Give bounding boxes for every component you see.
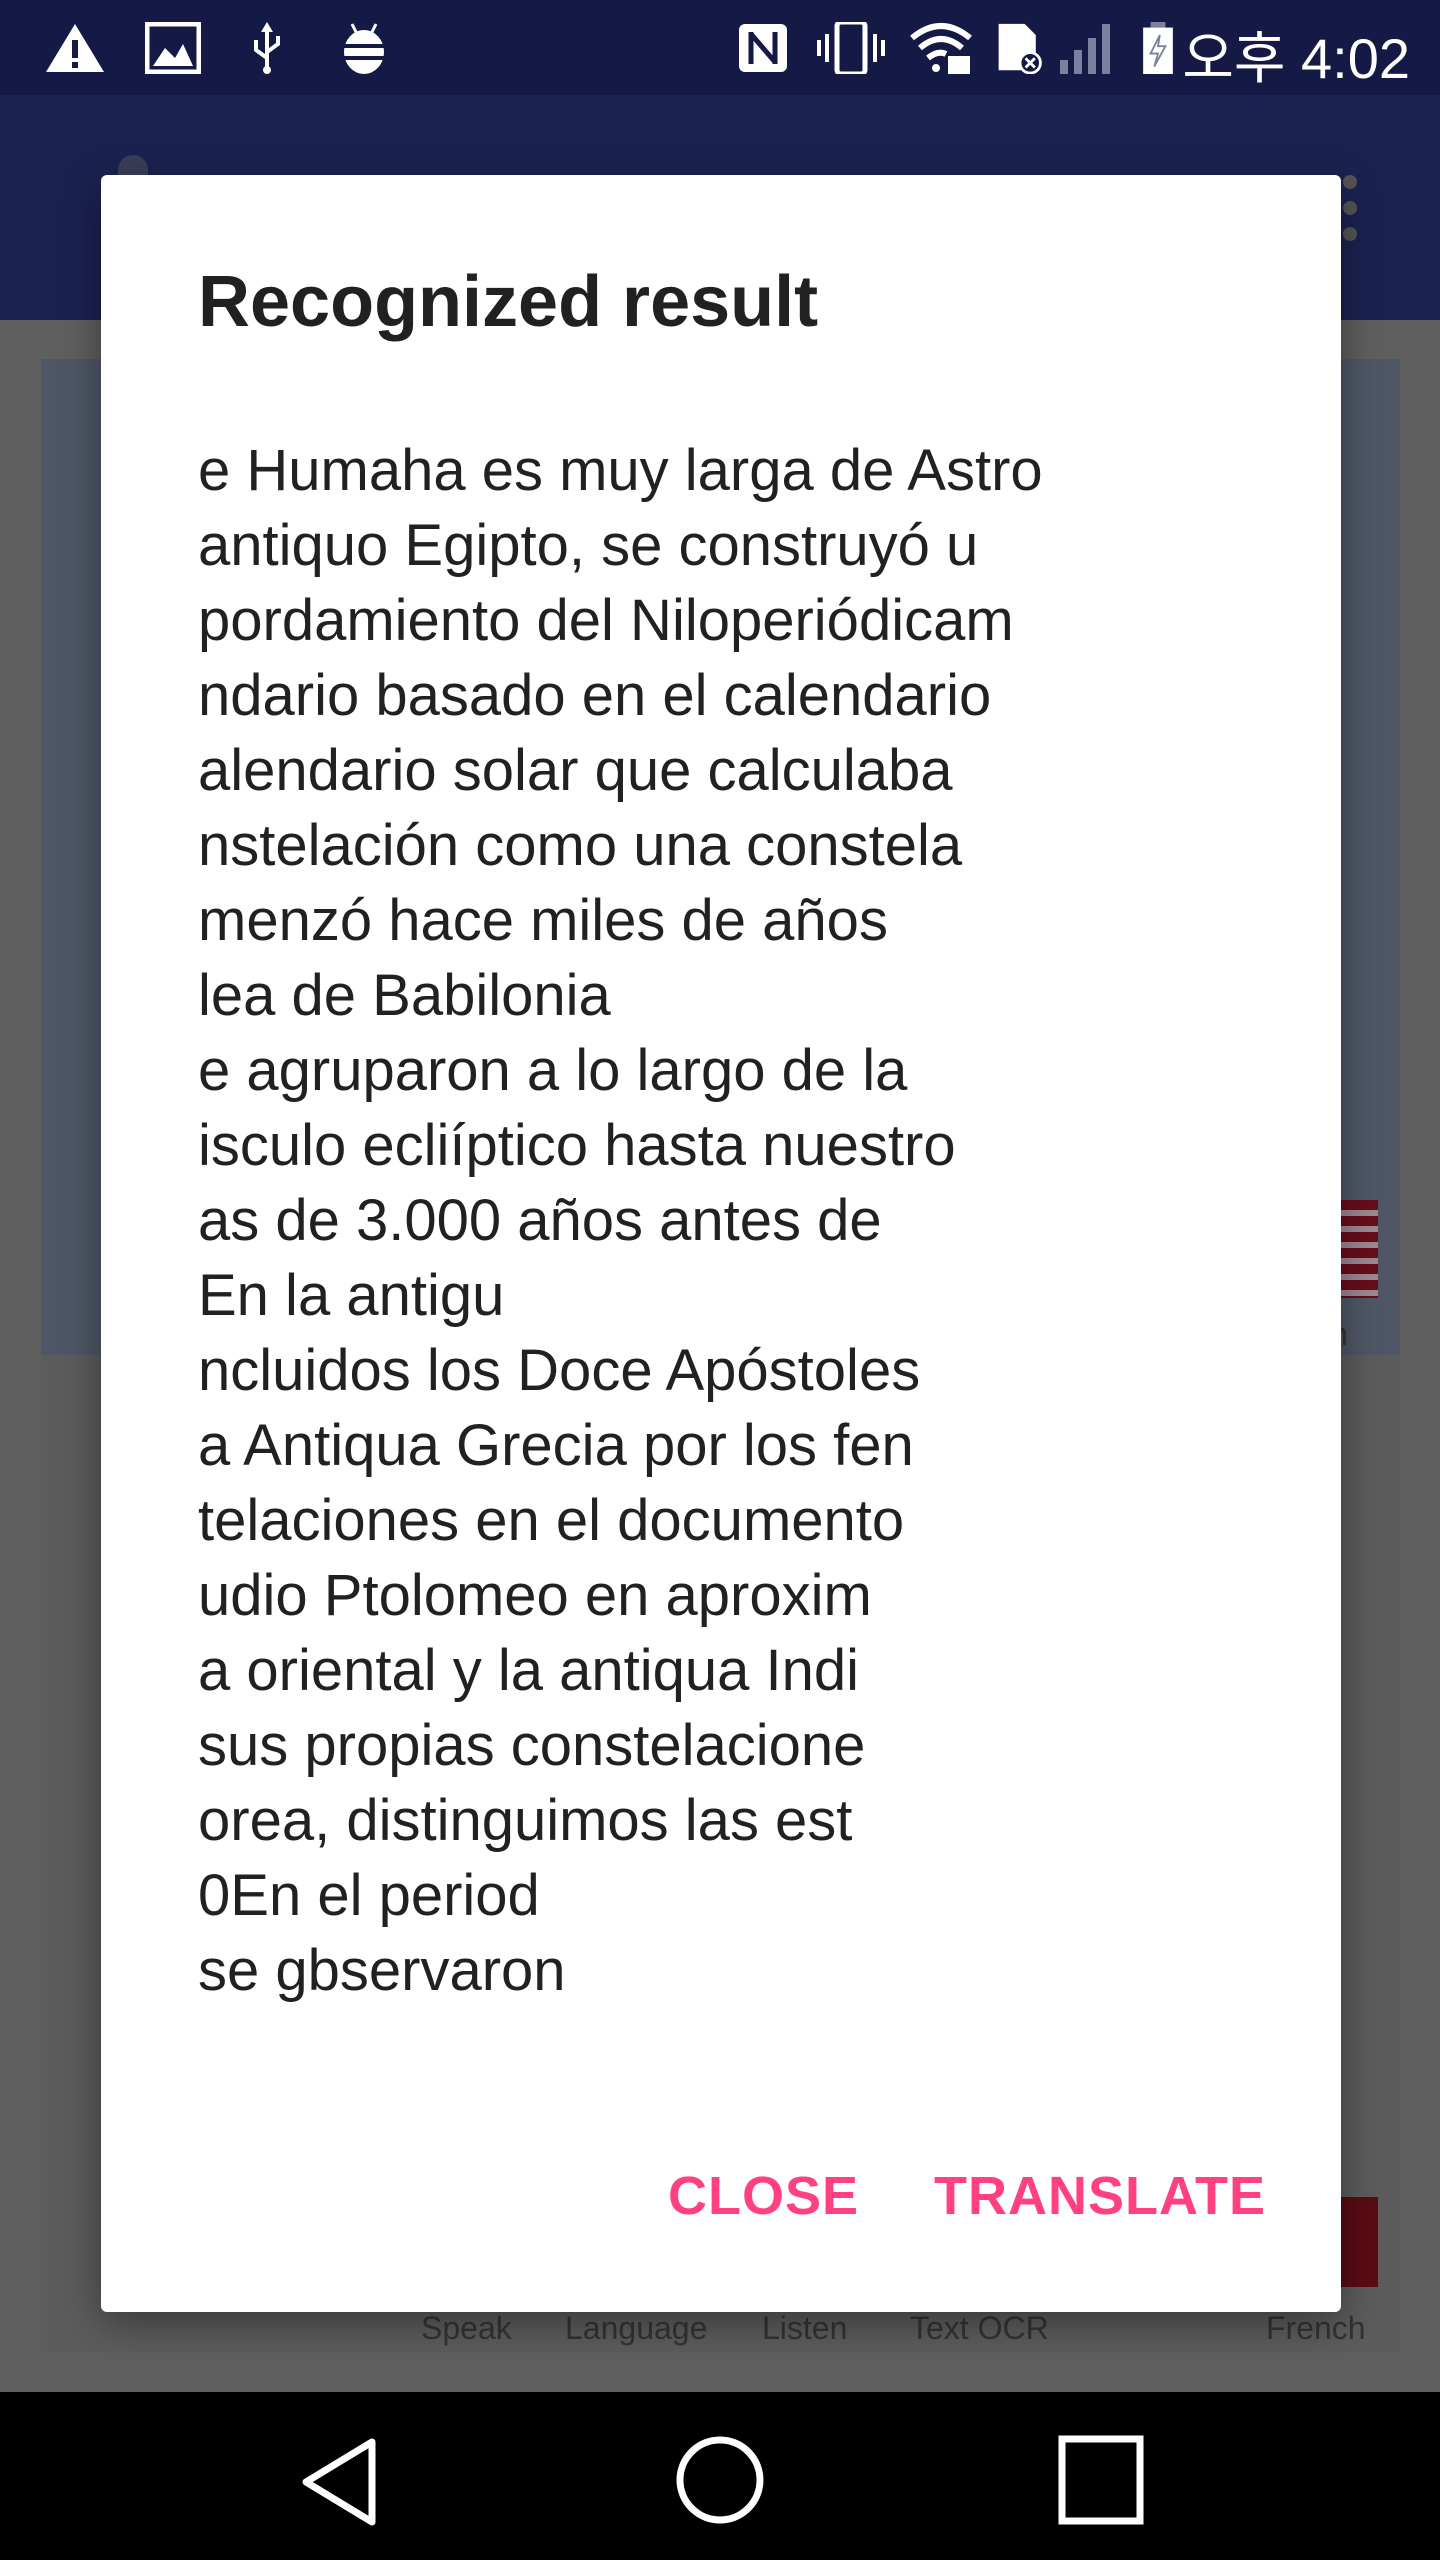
text-line: lea de Babilonia [198, 963, 611, 1028]
speak-label[interactable]: Speak [421, 2310, 512, 2347]
text-line: telaciones en el documento [198, 1488, 905, 1553]
recognized-text: e Humaha es muy larga de Astro antiquo Eg… [198, 433, 1298, 2008]
image-icon [145, 22, 201, 74]
french-label[interactable]: French [1266, 2310, 1366, 2347]
text-line: orea, distinguimos las est [198, 1788, 853, 1853]
wifi-lock-icon [910, 23, 972, 74]
translate-button[interactable]: TRANSLATE [934, 2165, 1266, 2227]
overflow-menu-icon[interactable] [1343, 175, 1361, 245]
text-line: En la antigu [198, 1263, 505, 1328]
clock: 오후 4:02 [1182, 27, 1410, 90]
recognized-result-dialog: Recognized result e Humaha es muy larga … [101, 175, 1341, 2312]
android-debug-icon [338, 23, 390, 74]
text-line: antiquo Egipto, se construyó u [198, 513, 979, 578]
sd-card-error-icon [998, 23, 1042, 74]
nfc-icon [739, 24, 787, 72]
close-button[interactable]: CLOSE [668, 2165, 859, 2227]
text-line: e agruparon a lo largo de la [198, 1038, 908, 1103]
vibrate-icon [817, 22, 885, 74]
text-ocr-label[interactable]: Text OCR [910, 2310, 1049, 2347]
language-flag-icon[interactable] [1340, 1200, 1378, 1298]
text-line: a Antiqua Grecia por los fen [198, 1413, 914, 1478]
back-icon[interactable] [298, 2437, 378, 2527]
warning-icon [46, 24, 104, 72]
text-line: 0En el period [198, 1863, 540, 1928]
status-bar: 오후 4:02 [0, 0, 1440, 95]
text-line: se gbservaron [198, 1938, 566, 2003]
text-line: e Humaha es muy larga de Astro [198, 438, 1043, 503]
text-line: udio Ptolomeo en aproxim [198, 1563, 872, 1628]
text-line: ndario basado en el calendario [198, 663, 992, 728]
navigation-bar [0, 2392, 1440, 2560]
usb-icon [254, 22, 280, 74]
recents-icon[interactable] [1058, 2435, 1144, 2525]
dialog-title: Recognized result [198, 262, 819, 342]
text-line: nstelación como una constela [198, 813, 963, 878]
text-line: a oriental y la antiqua Indi [198, 1638, 859, 1703]
text-line: alendario solar que calculaba [198, 738, 953, 803]
signal-icon [1060, 24, 1110, 74]
text-line: as de 3.000 años antes de [198, 1188, 882, 1253]
text-line: pordamiento del Niloperiódicam [198, 588, 1014, 653]
listen-label[interactable]: Listen [762, 2310, 847, 2347]
text-line: menzó hace miles de años [198, 888, 888, 953]
battery-charging-icon [1143, 22, 1173, 74]
text-line: sus propias constelacione [198, 1713, 866, 1778]
text-line: isculo ecliíptico hasta nuestro [198, 1113, 956, 1178]
home-icon[interactable] [675, 2435, 765, 2525]
target-flag-icon[interactable] [1340, 2197, 1378, 2287]
text-line: ncluidos los Doce Apóstoles [198, 1338, 921, 1403]
language-label[interactable]: Language [565, 2310, 707, 2347]
